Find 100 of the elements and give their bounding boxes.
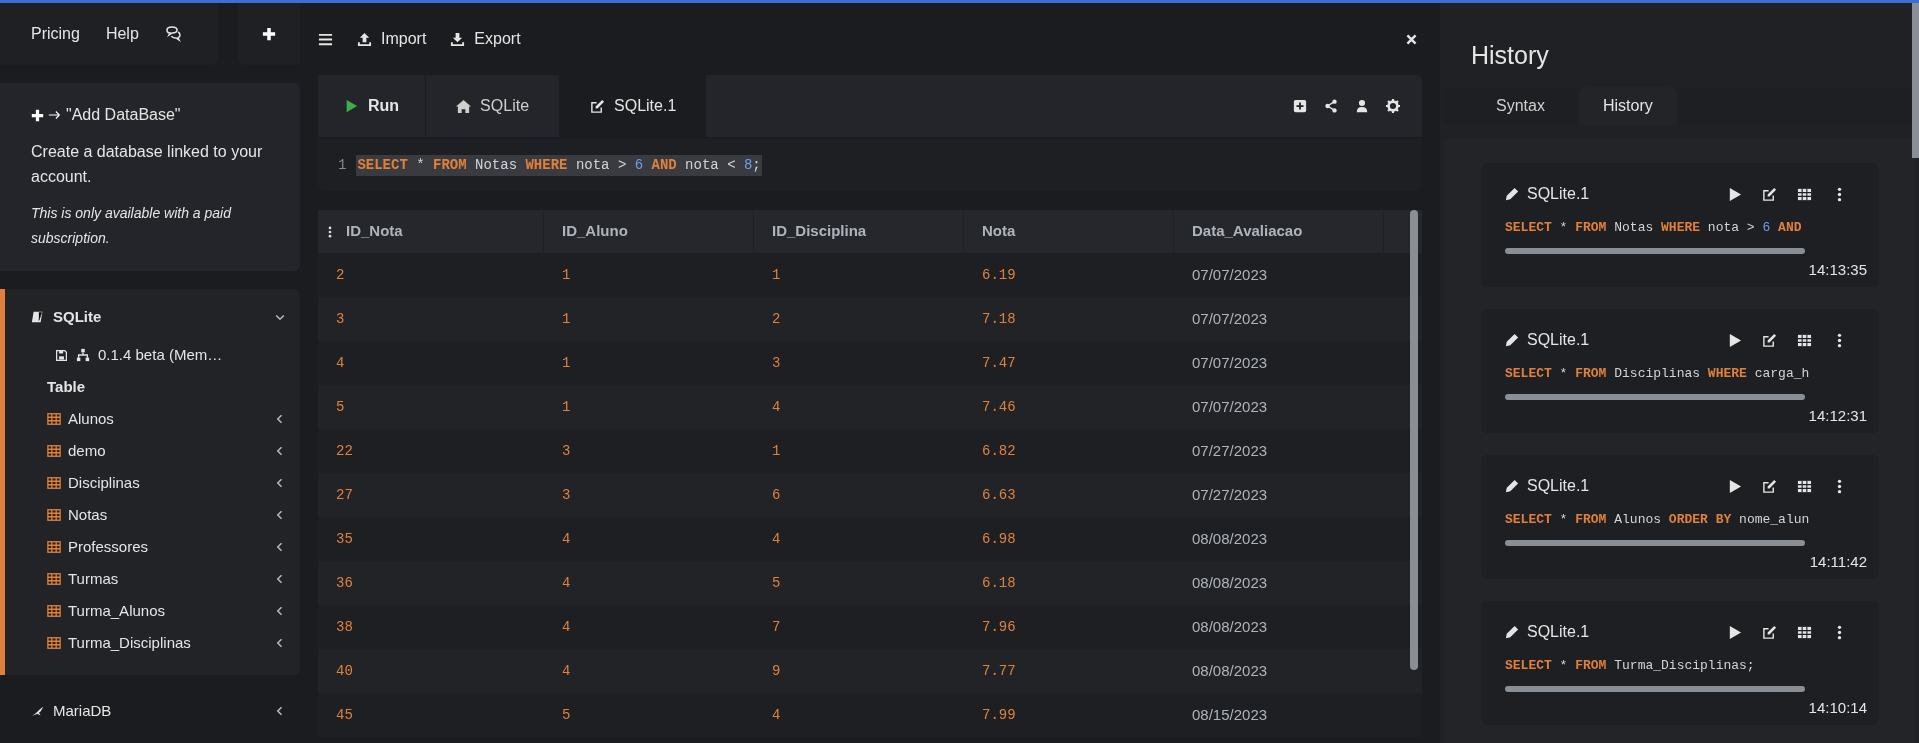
table-cell-text: 6.82	[981, 441, 1017, 461]
query-name: SQLite.1	[1527, 330, 1591, 350]
pencil-icon	[1505, 187, 1519, 201]
table-cell-text: 7.77	[981, 661, 1017, 681]
table-cell-text: 07/07/2023	[1191, 396, 1269, 417]
table-cell-text: 6	[771, 485, 782, 505]
database-header[interactable]: SQLite	[31, 305, 286, 329]
query-name: SQLite.1	[1527, 184, 1591, 204]
run-button[interactable]	[1727, 332, 1742, 348]
table-cell-text: 07/07/2023	[1191, 264, 1269, 285]
table-cell-text: 5	[561, 705, 572, 725]
table-cell-text: 6.63	[981, 485, 1017, 505]
panel-tab[interactable]: History	[1578, 87, 1677, 125]
table-item[interactable]: Turma_Alunos	[31, 595, 286, 627]
query-code: SELECT * FROM Disciplinas WHERE carga_h	[1505, 365, 1811, 383]
edit-icon	[1762, 624, 1777, 640]
table-cell-text: 2	[771, 309, 782, 329]
add-button[interactable]	[238, 3, 300, 65]
query-code: SELECT * FROM Alunos ORDER BY nome_alun	[1505, 511, 1811, 529]
table-cell-text: 08/08/2023	[1191, 572, 1269, 593]
table-cell-text: 4	[561, 573, 572, 593]
run-button[interactable]	[1727, 624, 1742, 640]
pencil-icon	[1505, 479, 1519, 493]
table-cell-text: 4	[561, 617, 572, 637]
query-name: SQLite.1	[1527, 622, 1591, 642]
upload-icon	[357, 31, 372, 47]
table-button[interactable]	[1797, 186, 1812, 202]
table-cell-text: 2	[335, 265, 346, 285]
grid-icon	[1797, 332, 1812, 348]
run-button[interactable]	[1727, 186, 1742, 202]
table-button[interactable]	[1797, 624, 1812, 640]
edit-icon	[1762, 186, 1777, 202]
database-name: MariaDB	[53, 700, 113, 721]
nav-link[interactable]: Help	[105, 22, 139, 46]
edit-button[interactable]	[1762, 478, 1777, 494]
settings-button[interactable]	[1386, 99, 1400, 113]
export-button[interactable]: Export	[450, 27, 521, 51]
table-cell-text: 40	[335, 661, 354, 681]
horizontal-scrollbar[interactable]	[1505, 685, 1805, 692]
table-icon	[47, 636, 61, 650]
edit-icon	[1762, 478, 1777, 494]
user-button[interactable]	[1355, 99, 1369, 113]
table-item[interactable]: Alunos	[31, 403, 286, 435]
table-icon	[47, 444, 61, 458]
table-cell-text: 3	[771, 353, 782, 373]
panel-tab[interactable]: Syntax	[1466, 87, 1575, 125]
table-item[interactable]: Disciplinas	[31, 467, 286, 499]
table-item[interactable]: Notas	[31, 499, 286, 531]
table-cell-text: 1	[561, 353, 572, 373]
close-button[interactable]	[1405, 32, 1418, 46]
nav-link[interactable]: Pricing	[31, 22, 80, 46]
scrollbar[interactable]	[1912, 3, 1919, 158]
download-icon	[450, 31, 466, 47]
table-cell-text: 7.46	[981, 397, 1017, 417]
play-icon	[1727, 186, 1742, 202]
table-item[interactable]: demo	[31, 435, 286, 467]
table-icon	[47, 540, 61, 554]
table-cell-text: 7.47	[981, 353, 1017, 373]
code-editor[interactable]: 1 SELECT * FROM Notas WHERE nota > 6 AND nota < 8;	[318, 139, 1422, 191]
save-icon	[55, 348, 68, 362]
table-cell-text: 08/08/2023	[1191, 616, 1269, 637]
table-button[interactable]	[1797, 478, 1812, 494]
hierarchy-icon	[76, 348, 90, 362]
query-code: SELECT * FROM Turma_Disciplinas;	[1505, 657, 1756, 675]
share-icon	[1324, 99, 1338, 113]
import-button[interactable]: Import	[357, 27, 427, 51]
play-icon	[344, 99, 358, 113]
table-cell-text: 07/27/2023	[1191, 484, 1269, 505]
editor-tab[interactable]: SQLite.1	[560, 75, 707, 137]
table-cell-text: 08/15/2023	[1191, 704, 1269, 725]
table-button[interactable]	[1797, 332, 1812, 348]
horizontal-scrollbar[interactable]	[1505, 247, 1805, 254]
run-button[interactable]	[1727, 478, 1742, 494]
table-item[interactable]: Professores	[31, 531, 286, 563]
table-cell-text: 38	[335, 617, 354, 637]
database-header[interactable]: MariaDB	[31, 699, 286, 723]
table-cell-text: 3	[561, 485, 572, 505]
horizontal-scrollbar[interactable]	[1505, 393, 1805, 400]
add-button[interactable]	[1293, 99, 1307, 113]
table-cell-text: 07/07/2023	[1191, 352, 1269, 373]
edit-button[interactable]	[1762, 186, 1777, 202]
line-number: 1	[338, 155, 347, 175]
database-icon	[31, 310, 45, 324]
share-button[interactable]	[1324, 99, 1338, 113]
table-item[interactable]: Turmas	[31, 563, 286, 595]
table-item[interactable]: Turma_Disciplinas	[31, 627, 286, 659]
table-cell-text: 7.99	[981, 705, 1017, 725]
edit-button[interactable]	[1762, 624, 1777, 640]
close-icon	[1405, 32, 1418, 46]
scrollbar[interactable]	[1410, 210, 1418, 670]
edit-button[interactable]	[1762, 332, 1777, 348]
pencil-icon	[1505, 333, 1519, 347]
table-cell-text: 6.19	[981, 265, 1017, 285]
table-cell-text: 08/08/2023	[1191, 660, 1269, 681]
run-button[interactable]: Run	[318, 75, 427, 137]
query-code: SELECT * FROM Notas WHERE nota > 6 AND	[1505, 219, 1803, 237]
database-name: SQLite	[53, 306, 103, 327]
arrow-icon	[48, 108, 62, 122]
home-icon	[456, 98, 472, 114]
horizontal-scrollbar[interactable]	[1505, 539, 1805, 546]
